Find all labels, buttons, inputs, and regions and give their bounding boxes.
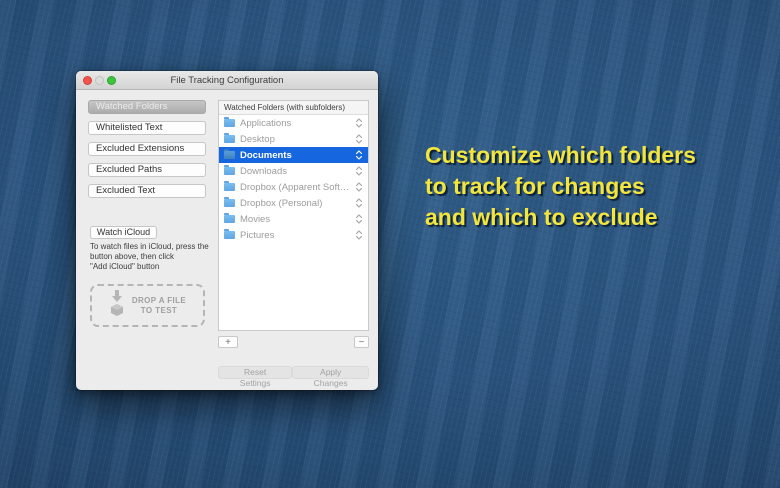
list-header: Watched Folders (with subfolders) [219, 101, 368, 115]
folder-row-movies[interactable]: Movies [219, 211, 368, 227]
watched-folders-list: Watched Folders (with subfolders) Applic… [218, 100, 369, 331]
folder-row-documents[interactable]: Documents [219, 147, 368, 163]
folder-icon [224, 199, 235, 207]
apply-changes-button[interactable]: Apply Changes [292, 366, 369, 379]
help-line: "Add iCloud" button [90, 262, 210, 272]
sidebar-item-whitelisted-text[interactable]: Whitelisted Text [88, 121, 206, 135]
folder-icon [224, 119, 235, 127]
reorder-stepper-icon[interactable] [355, 149, 363, 161]
list-actions: + − [218, 336, 369, 348]
headline-line: Customize which folders [425, 140, 696, 171]
marketing-headline: Customize which folders to track for cha… [425, 140, 696, 233]
sidebar-item-excluded-extensions[interactable]: Excluded Extensions [88, 142, 206, 156]
help-line: To watch files in iCloud, press the [90, 242, 210, 252]
folder-row-pictures[interactable]: Pictures [219, 227, 368, 243]
reorder-stepper-icon[interactable] [355, 165, 363, 177]
headline-line: and which to exclude [425, 202, 696, 233]
reorder-stepper-icon[interactable] [355, 213, 363, 225]
folder-row-desktop[interactable]: Desktop [219, 131, 368, 147]
folder-icon [224, 167, 235, 175]
sidebar-item-excluded-paths[interactable]: Excluded Paths [88, 163, 206, 177]
reorder-stepper-icon[interactable] [355, 181, 363, 193]
reorder-stepper-icon[interactable] [355, 229, 363, 241]
reorder-stepper-icon[interactable] [355, 117, 363, 129]
sidebar-item-excluded-text[interactable]: Excluded Text [88, 184, 206, 198]
drop-file-icon [109, 289, 125, 322]
help-line: button above, then click [90, 252, 210, 262]
folder-icon [224, 231, 235, 239]
drop-zone-label: DROP A FILE TO TEST [132, 296, 186, 316]
sidebar-item-watched-folders[interactable]: Watched Folders [88, 100, 206, 114]
folder-row-dropbox-apparent[interactable]: Dropbox (Apparent Software) [219, 179, 368, 195]
folder-row-dropbox-personal[interactable]: Dropbox (Personal) [219, 195, 368, 211]
icloud-help-text: To watch files in iCloud, press the butt… [90, 242, 210, 272]
file-tracking-window: File Tracking Configuration Watched Fold… [76, 71, 378, 390]
folder-icon [224, 135, 235, 143]
desktop-wallpaper: Customize which folders to track for cha… [0, 0, 780, 488]
titlebar[interactable]: File Tracking Configuration [76, 71, 378, 90]
reset-settings-button[interactable]: Reset Settings [218, 366, 292, 379]
folder-row-downloads[interactable]: Downloads [219, 163, 368, 179]
folder-row-applications[interactable]: Applications [219, 115, 368, 131]
headline-line: to track for changes [425, 171, 696, 202]
footer-actions: Reset Settings Apply Changes [218, 366, 369, 379]
folder-icon [224, 151, 235, 159]
remove-folder-button[interactable]: − [354, 336, 369, 348]
watch-icloud-button[interactable]: Watch iCloud [90, 226, 157, 239]
drop-file-test-zone[interactable]: DROP A FILE TO TEST [90, 284, 205, 327]
folder-icon [224, 183, 235, 191]
add-folder-button[interactable]: + [218, 336, 238, 348]
window-title: File Tracking Configuration [76, 71, 378, 90]
reorder-stepper-icon[interactable] [355, 133, 363, 145]
folder-icon [224, 215, 235, 223]
reorder-stepper-icon[interactable] [355, 197, 363, 209]
